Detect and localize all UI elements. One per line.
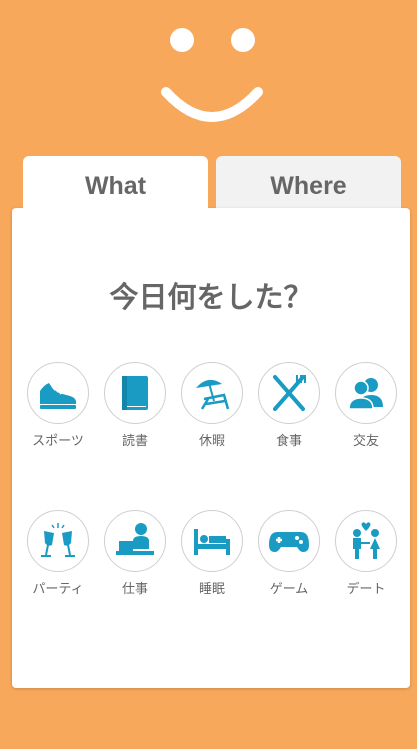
book-icon [122, 376, 148, 410]
activity-label: ゲーム [269, 582, 309, 597]
activity-sports[interactable]: スポーツ [20, 362, 96, 449]
activity-label: 睡眠 [198, 582, 225, 597]
activity-friends[interactable]: 交友 [328, 362, 404, 449]
activity-label: 交友 [352, 434, 379, 449]
activity-label: スポーツ [32, 434, 84, 449]
sneaker-icon [40, 383, 77, 409]
bed-icon [194, 529, 230, 555]
activity-date[interactable]: デート [328, 510, 404, 597]
activity-vacation[interactable]: 休暇 [174, 362, 250, 449]
beach-chair-icon [196, 379, 230, 410]
activity-meal[interactable]: 食事 [251, 362, 327, 449]
champagne-glasses-icon [41, 523, 75, 557]
activity-work[interactable]: 仕事 [97, 510, 173, 597]
activity-label: 読書 [121, 434, 148, 449]
activity-label: パーティ [32, 582, 84, 597]
gamepad-icon [269, 532, 309, 552]
office-worker-icon [116, 523, 154, 555]
friends-icon [348, 378, 383, 410]
question-title: 今日何をした？ [109, 280, 313, 314]
couple-heart-icon [353, 522, 380, 559]
smiley-face-icon [161, 28, 263, 122]
activity-label: デート [346, 582, 386, 597]
activity-label: 休暇 [198, 434, 225, 449]
activity-sleep[interactable]: 睡眠 [174, 510, 250, 597]
activity-label: 仕事 [121, 582, 148, 597]
fork-knife-icon [273, 375, 306, 411]
activity-card: 今日何をした？ スポーツ 読書 休暇 食事 交友 パーティ 仕事 睡眠 ゲーム … [12, 208, 410, 688]
activity-reading[interactable]: 読書 [97, 362, 173, 449]
tab-what[interactable]: What [23, 156, 208, 218]
activity-label: 食事 [275, 434, 302, 449]
activity-party[interactable]: パーティ [20, 510, 96, 597]
activity-game[interactable]: ゲーム [251, 510, 327, 597]
